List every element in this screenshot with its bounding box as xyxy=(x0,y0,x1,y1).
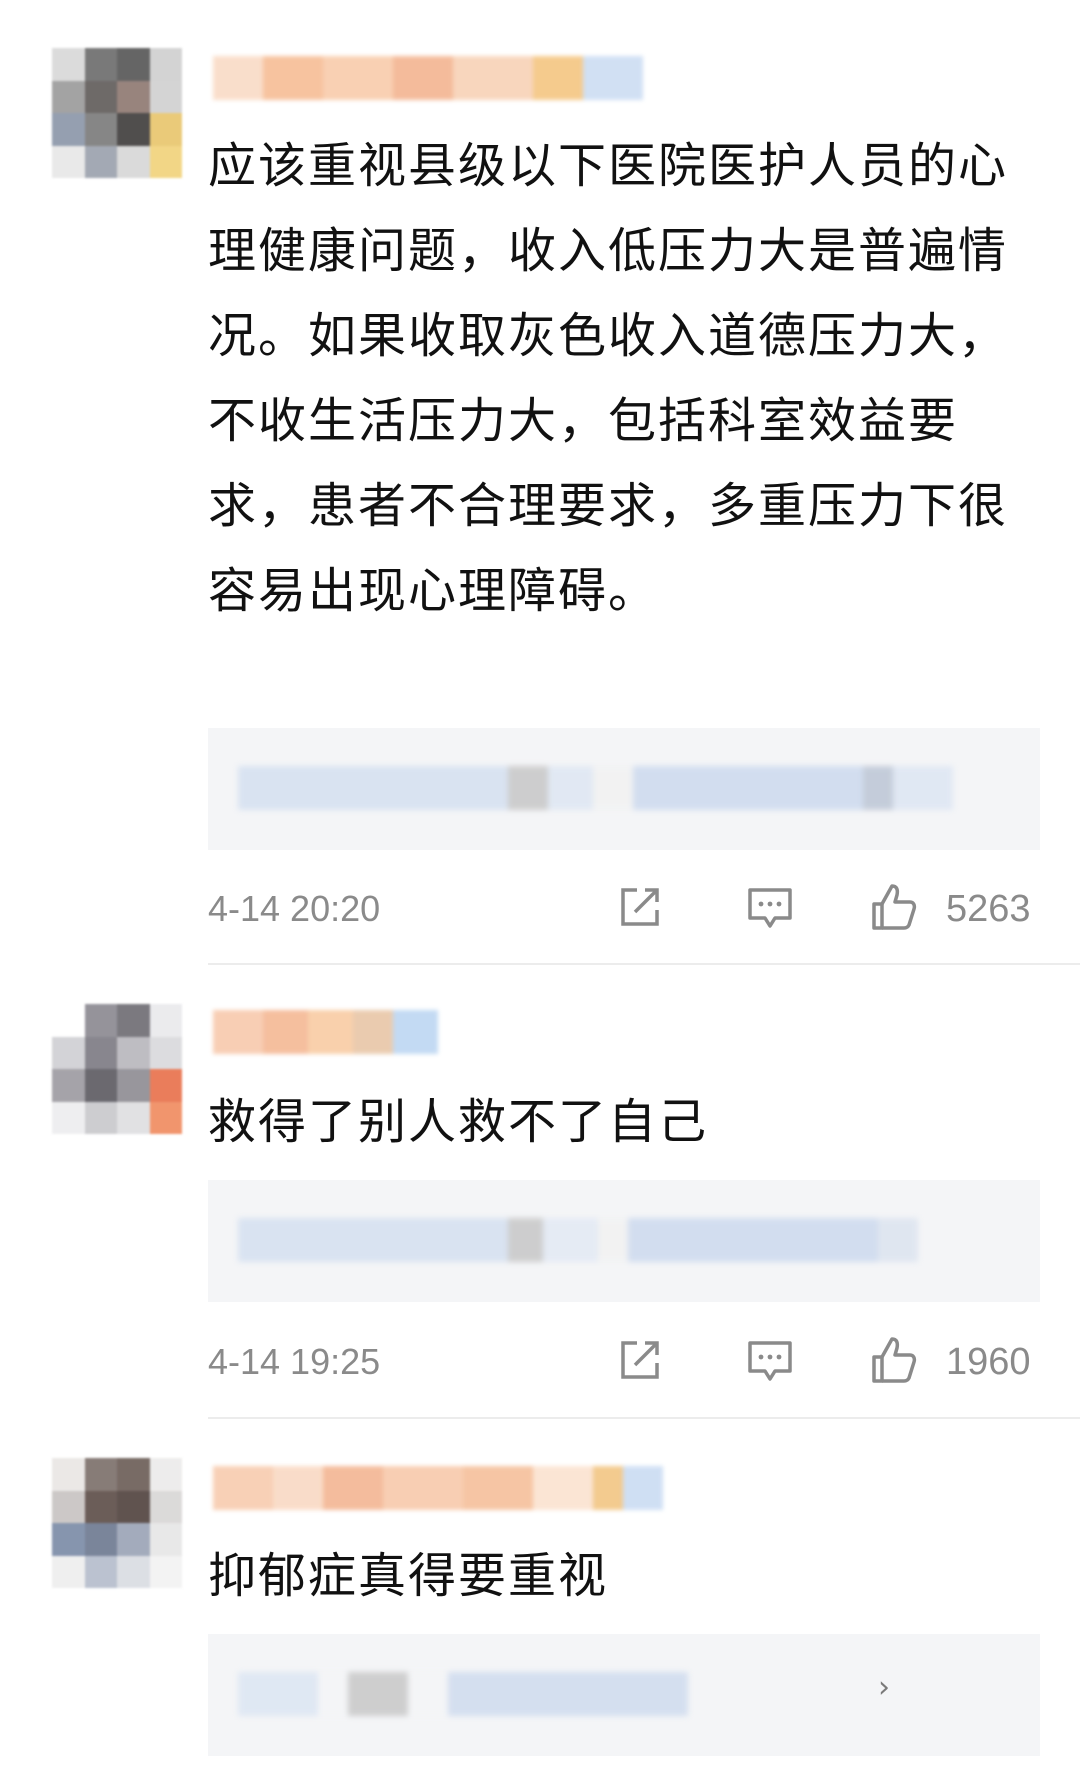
like-count: 5263 xyxy=(946,888,1031,930)
avatar[interactable] xyxy=(52,48,182,178)
comment-text: 应该重视县级以下医院医护人员的心理健康问题，收入低压力大是普遍情况。如果收取灰色… xyxy=(208,138,1009,619)
divider xyxy=(208,1417,1080,1419)
reply-preview-blurred xyxy=(238,766,953,810)
divider xyxy=(208,963,1080,965)
thumbs-up-icon[interactable] xyxy=(868,1335,918,1385)
comment-footer: 4-14 19:25 1960 xyxy=(208,1335,1040,1395)
reply-preview[interactable] xyxy=(208,728,1040,850)
comment-text: 抑郁症真得要重视 xyxy=(208,1548,609,1604)
comment-text: 救得了别人救不了自己 xyxy=(208,1094,709,1150)
share-icon[interactable] xyxy=(615,1335,665,1385)
thumbs-up-icon[interactable] xyxy=(868,882,918,932)
reply-preview-blurred xyxy=(238,1672,688,1716)
comment-icon[interactable] xyxy=(745,1335,795,1385)
avatar[interactable] xyxy=(52,1458,182,1588)
timestamp: 4-14 20:20 xyxy=(208,888,381,929)
avatar[interactable] xyxy=(52,1004,182,1134)
username-blurred[interactable] xyxy=(213,56,643,100)
reply-preview-blurred xyxy=(238,1218,918,1262)
like-count: 1960 xyxy=(946,1341,1031,1383)
comment-footer: 4-14 20:20 5263 xyxy=(208,882,1040,942)
timestamp: 4-14 19:25 xyxy=(208,1341,381,1382)
comment-icon[interactable] xyxy=(745,882,795,932)
share-icon[interactable] xyxy=(615,882,665,932)
reply-preview[interactable]: › xyxy=(208,1634,1040,1756)
username-blurred[interactable] xyxy=(213,1010,438,1054)
username-blurred[interactable] xyxy=(213,1466,663,1510)
chevron-right-icon[interactable]: › xyxy=(878,1670,890,1705)
reply-preview[interactable] xyxy=(208,1180,1040,1302)
